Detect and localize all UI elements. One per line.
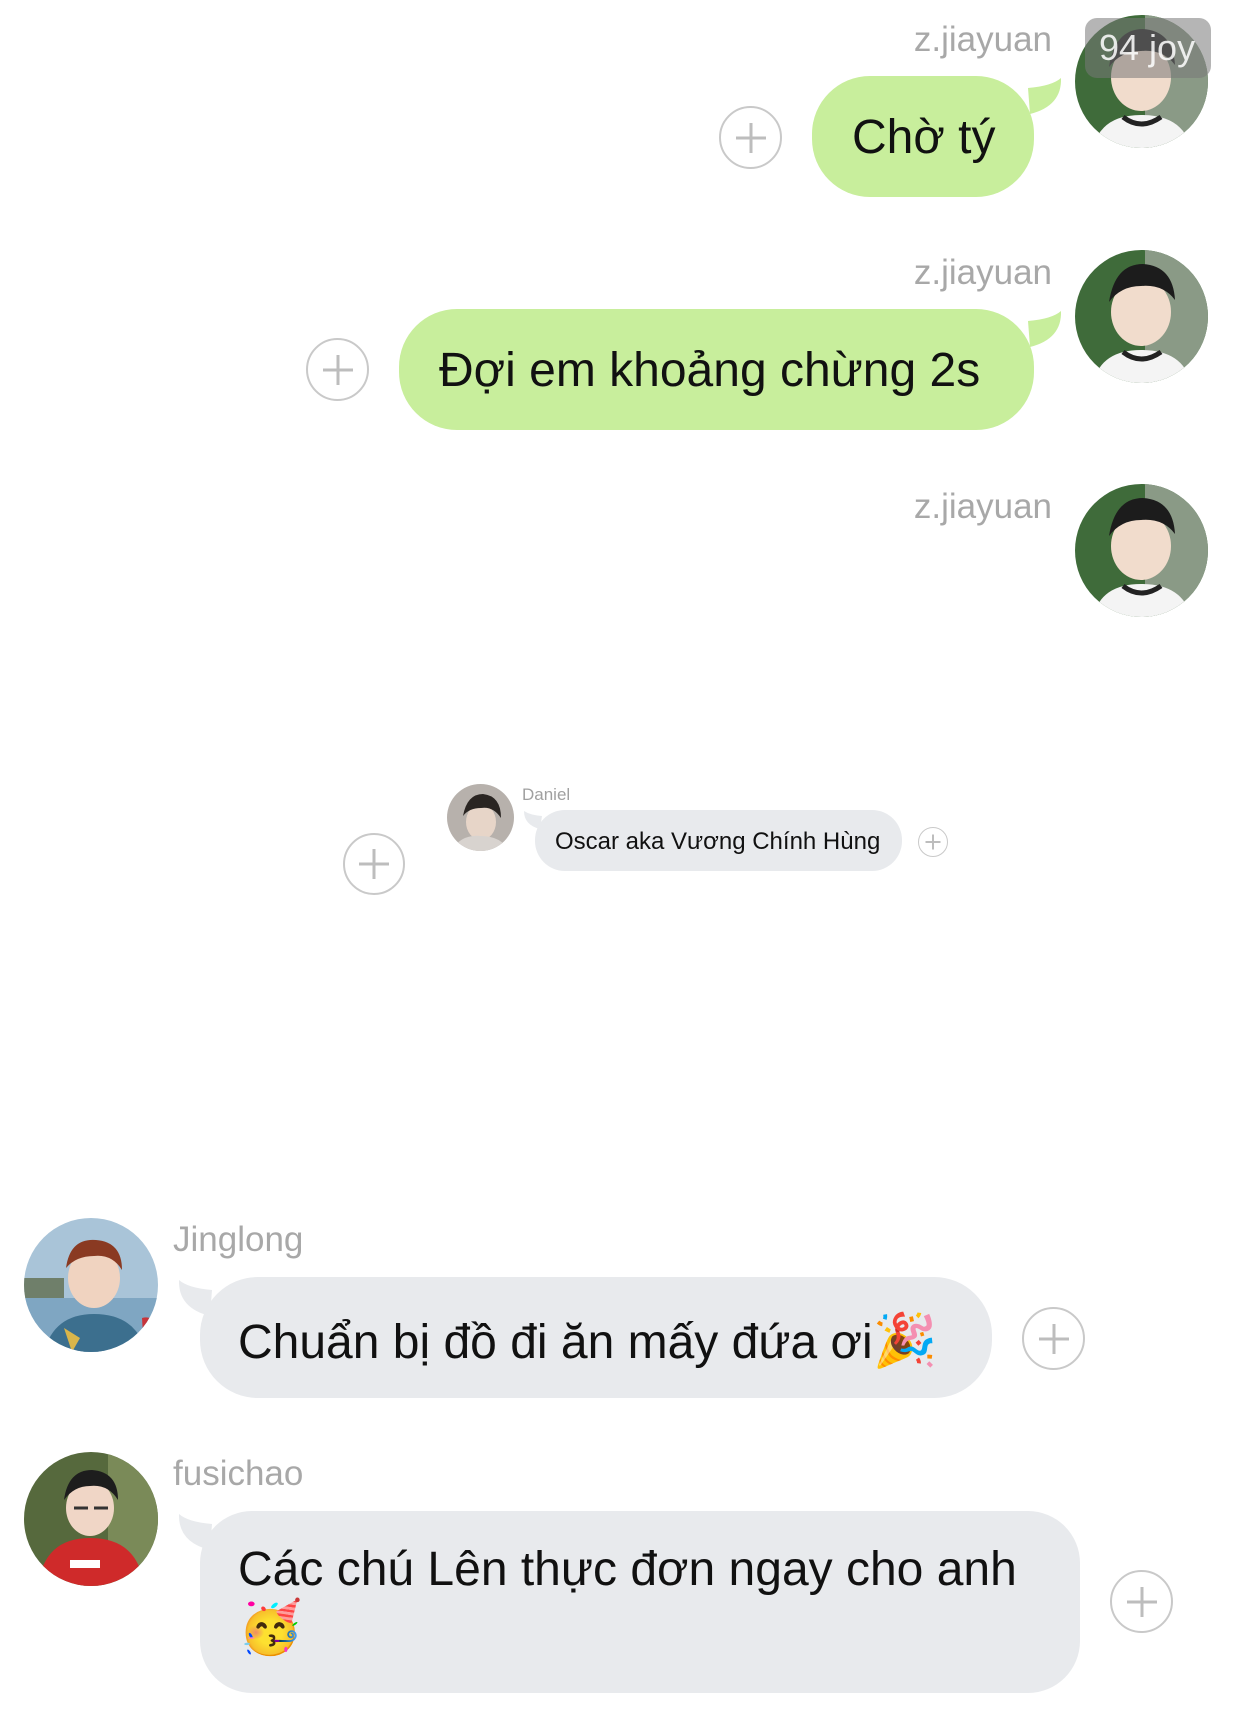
avatar-photo-icon (1075, 250, 1208, 383)
avatar-photo-icon (1075, 484, 1208, 617)
add-reaction-button[interactable] (1022, 1307, 1085, 1370)
message-bubble[interactable]: Các chú Lên thực đơn ngay cho anh 🥳 (200, 1511, 1080, 1693)
avatar[interactable] (24, 1218, 158, 1352)
sender-name: fusichao (173, 1454, 304, 1493)
embedded-sender-name: Daniel (522, 785, 571, 804)
embedded-message-bubble: Oscar aka Vương Chính Hùng (535, 810, 902, 871)
avatar[interactable] (1075, 250, 1208, 383)
add-reaction-button[interactable] (719, 106, 782, 169)
watermark-badge: 94 joy (1085, 18, 1211, 78)
sender-name: z.jiayuan (913, 253, 1052, 292)
message-bubble[interactable]: Chờ tý (812, 76, 1034, 197)
avatar-photo-icon (447, 784, 514, 851)
sender-name: z.jiayuan (913, 487, 1052, 526)
message-text: Các chú Lên thực đơn ngay cho anh (238, 1543, 1017, 1596)
party-popper-icon: 🎉 (872, 1312, 938, 1370)
add-reaction-button[interactable] (306, 338, 369, 401)
add-reaction-button[interactable] (1110, 1570, 1173, 1633)
sender-name: z.jiayuan (913, 20, 1052, 59)
add-reaction-button[interactable] (343, 833, 405, 895)
embedded-add-reaction-icon (918, 827, 948, 857)
message-bubble[interactable]: Đợi em khoảng chừng 2s (399, 309, 1034, 430)
bubble-tail-icon (1028, 311, 1062, 347)
sender-name: Jinglong (173, 1220, 304, 1259)
avatar[interactable] (24, 1452, 158, 1586)
avatar-photo-icon (24, 1218, 158, 1352)
avatar-photo-icon (24, 1452, 158, 1586)
partying-face-icon: 🥳 (238, 1599, 303, 1657)
embedded-avatar (447, 784, 514, 851)
bubble-tail-icon (1028, 78, 1062, 114)
message-text: Chuẩn bị đồ đi ăn mấy đứa ơi (238, 1316, 873, 1369)
message-bubble[interactable]: Chuẩn bị đồ đi ăn mấy đứa ơi🎉 (200, 1277, 992, 1398)
avatar[interactable] (1075, 484, 1208, 617)
